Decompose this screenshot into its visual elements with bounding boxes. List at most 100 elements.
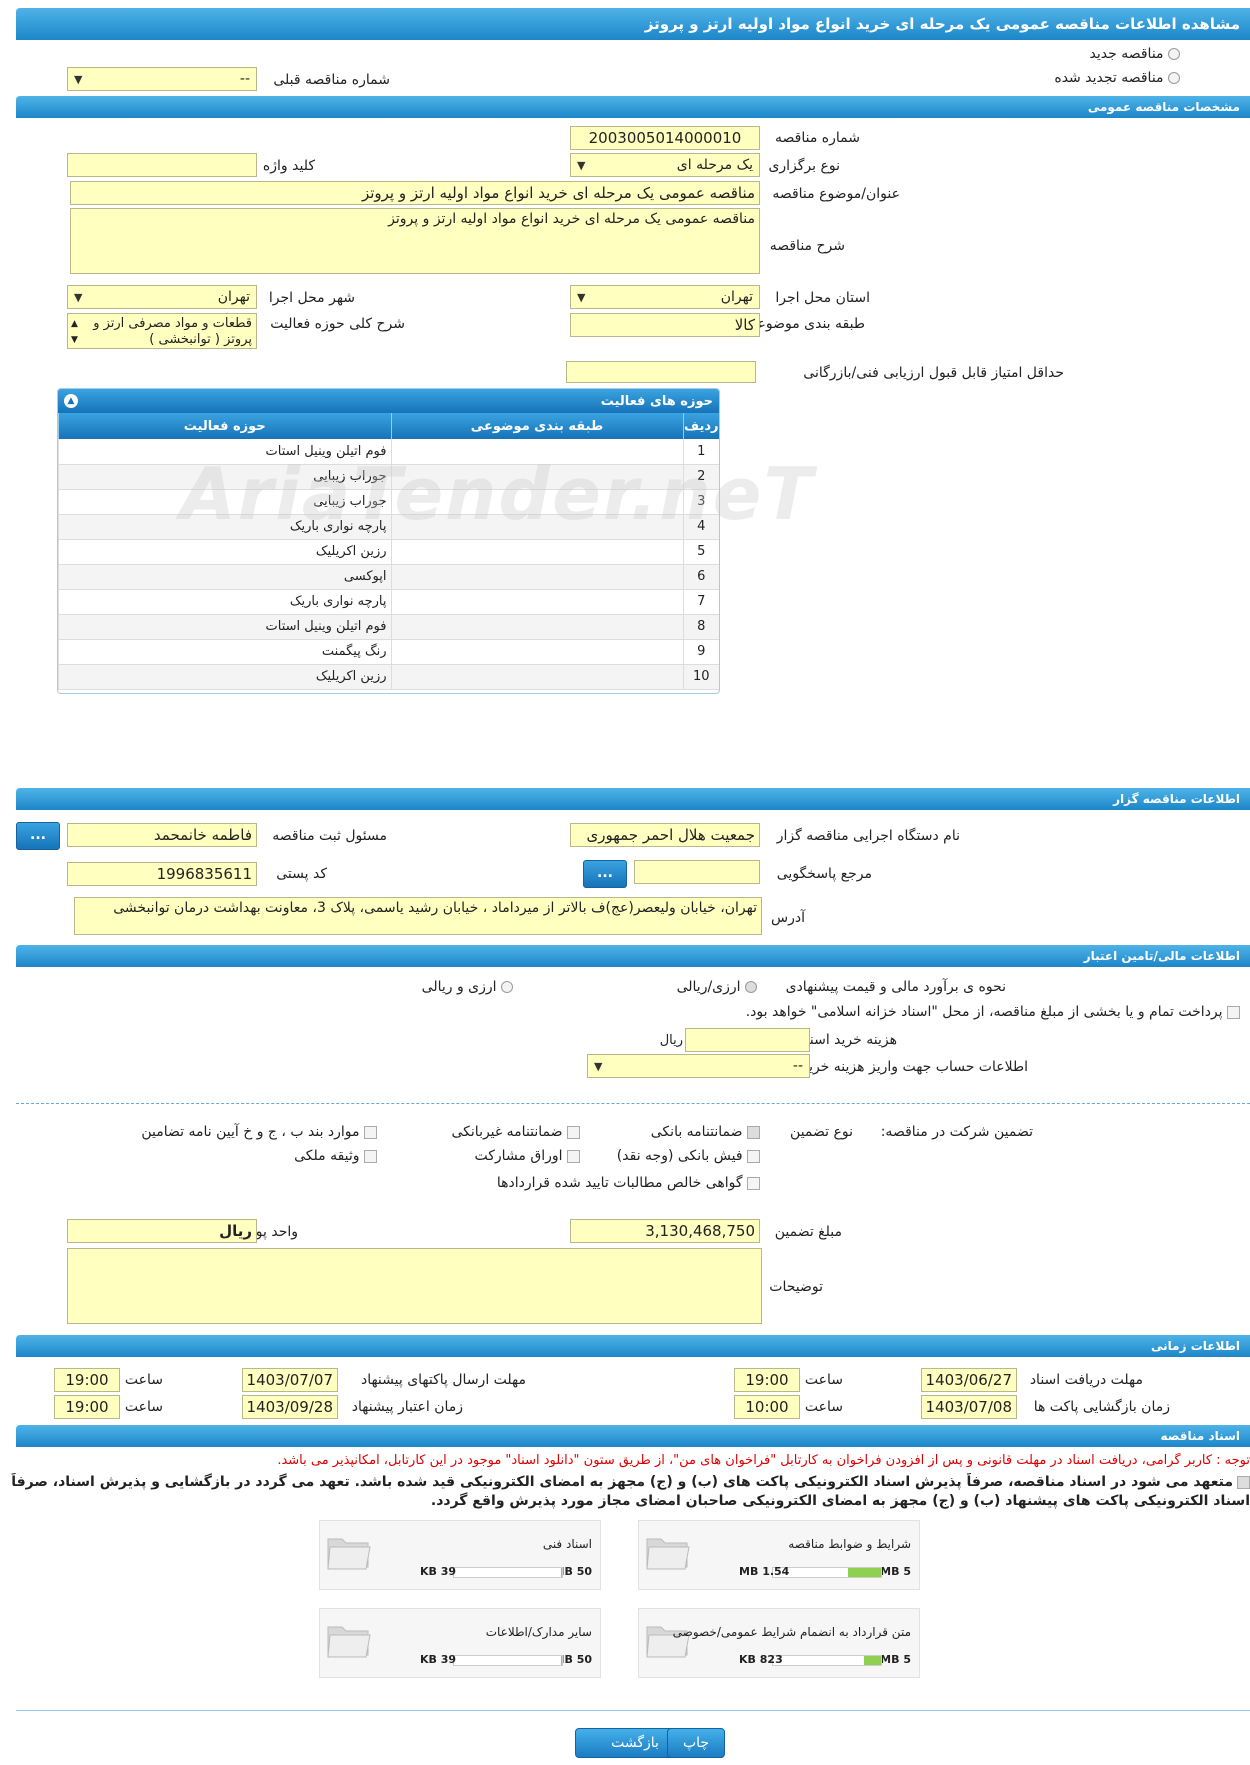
doc-file-card[interactable]: اسناد فنی 50 MB 39 KB [319,1520,601,1590]
col-category-header: طبقه بندی موضوعی [390,413,683,439]
receive-date-field[interactable]: 1403/06/27 [921,1368,1017,1392]
radio-icon[interactable] [1168,72,1180,84]
checkbox-icon[interactable] [364,1149,377,1163]
table-cell: 9 [682,639,719,665]
radio-icon[interactable] [501,981,513,993]
doc-title: سایر مدارک/اطلاعات [485,1625,592,1639]
valid-time-field[interactable]: 19:00 [54,1395,120,1419]
collapse-icon[interactable]: ▲ [64,394,78,408]
col-activity-header: حوزه فعالیت [58,413,391,439]
unit-field[interactable]: ریال [67,1219,257,1243]
activities-panel: حوزه های فعالیت ▲ ردیف طبقه بندی موضوعی … [57,388,720,694]
doc-cost-input[interactable] [685,1028,810,1052]
table-cell [390,564,683,590]
scope-field[interactable]: قطعات و مواد مصرفی ارتز و پروتز ( توانبخ… [67,313,257,349]
doc-file-card[interactable]: شرایط و ضوابط مناقصه 5 MB 1.54 MB [638,1520,920,1590]
valid-date-field[interactable]: 1403/09/28 [242,1395,338,1419]
checkbox-icon[interactable] [1227,1005,1240,1019]
receive-time-field[interactable]: 19:00 [734,1368,800,1392]
keyword-input[interactable] [67,153,257,177]
new-tender-radio[interactable]: مناقصه جدید [1090,46,1180,62]
agency-field[interactable]: جمعیت هلال احمر جمهوری [570,823,760,847]
amount-field[interactable]: 3,130,468,750 [570,1219,760,1243]
postal-field[interactable]: 1996835611 [67,862,257,886]
ref-input[interactable] [634,860,760,884]
print-button[interactable]: چاپ [667,1728,725,1758]
estimate-opt1-radio[interactable]: ارزی/ریالی [677,979,757,995]
bank-guarantee-checkbox[interactable]: ضمانتنامه بانکی [651,1124,760,1140]
doc-progress-bar [772,1655,882,1666]
opening-time-label: زمان بازگشایی پاکت ها [1033,1399,1170,1415]
type-label: نوع برگزاری [768,158,840,174]
finance-section-header: اطلاعات مالی/تامین اعتبار [16,945,1250,967]
scope-label: شرح کلی حوزه فعالیت [270,316,405,332]
registrar-select-button[interactable]: ... [16,822,60,850]
estimate-opt2-radio[interactable]: ارزی و ریالی [422,979,513,995]
footer-divider [16,1710,1250,1711]
receivables-checkbox[interactable]: گواهی خالص مطالبات تایید شده قراردادها [497,1175,760,1191]
desc-label: شرح مناقصه [769,238,845,254]
notes-field[interactable] [67,1248,762,1324]
open-date-field[interactable]: 1403/07/08 [921,1395,1017,1419]
folder-icon [327,1538,371,1570]
table-cell: اپوکسی [58,564,391,590]
account-select[interactable]: -- ▼ [587,1054,810,1078]
min-score-label: حداقل امتیاز قابل قبول ارزیابی فنی/بازرگ… [803,365,1064,381]
category-field[interactable]: کالا [570,313,760,337]
category-label: طبقه بندی موضوعی [745,316,865,332]
chevron-down-icon: ▼ [74,72,83,86]
send-time-field[interactable]: 19:00 [54,1368,120,1392]
scroll-arrows-icon[interactable]: ▲ ▼ [71,316,78,348]
property-checkbox[interactable]: وثیقه ملکی [294,1148,377,1164]
renewed-tender-radio[interactable]: مناقصه تجدید شده [1054,70,1180,86]
ref-select-button[interactable]: ... [583,860,627,888]
bonds-checkbox[interactable]: اوراق مشارکت [475,1148,580,1164]
doc-progress-bar [453,1655,563,1666]
subject-label: عنوان/موضوع مناقصه [772,186,900,202]
table-cell [390,539,683,565]
treasury-checkbox[interactable]: پرداخت تمام و یا بخشی از مبلغ مناقصه، از… [746,1004,1240,1020]
doc-cost-currency: ریال [659,1033,683,1048]
table-cell: 5 [682,539,719,565]
type-select[interactable]: یک مرحله ای ▼ [570,153,760,177]
checkbox-icon[interactable] [747,1176,760,1190]
table-row: 6 اپوکسی [58,564,719,590]
chevron-down-icon: ▼ [577,290,586,304]
checkbox-icon[interactable] [1237,1475,1250,1489]
checkbox-icon[interactable] [747,1149,760,1163]
radio-icon[interactable] [1168,48,1180,60]
city-select[interactable]: تهران ▼ [67,285,257,309]
province-select[interactable]: تهران ▼ [570,285,760,309]
clauses-checkbox[interactable]: موارد بند ب ، ج و خ آیین نامه تضامین [141,1124,377,1140]
page-title: مشاهده اطلاعات مناقصه عمومی یک مرحله ای … [644,15,1240,33]
receive-deadline-label: مهلت دریافت اسناد [1029,1372,1143,1388]
table-cell: رنگ پیگمنت [58,639,391,665]
min-score-input[interactable] [566,361,756,383]
checkbox-icon[interactable] [747,1125,760,1139]
guarantee-type-label: نوع تضمین [790,1124,853,1140]
doc-file-card[interactable]: سایر مدارک/اطلاعات 50 MB 39 KB [319,1608,601,1678]
prev-number-select[interactable]: -- ▼ [67,67,257,91]
subject-field[interactable]: مناقصه عمومی یک مرحله ای خرید انواع مواد… [70,181,760,205]
table-cell: رزین اکریلیک [58,664,391,690]
tender-number-field[interactable]: 2003005014000010 [570,126,760,150]
doc-size: 39 KB [420,1653,457,1666]
checkbox-icon[interactable] [567,1149,580,1163]
registrar-field[interactable]: فاطمه خانمحمد [67,823,257,847]
chevron-down-icon: ▼ [74,290,83,304]
send-date-field[interactable]: 1403/07/07 [242,1368,338,1392]
cash-checkbox[interactable]: فیش بانکی (وجه نقد) [617,1148,760,1164]
province-label: استان محل اجرا [775,290,870,306]
nonbank-guarantee-checkbox[interactable]: ضمانتنامه غیربانکی [452,1124,580,1140]
desc-field[interactable]: مناقصه عمومی یک مرحله ای خرید انواع مواد… [70,208,760,274]
checkbox-icon[interactable] [364,1125,377,1139]
divider [16,1103,1250,1104]
activities-header: حوزه های فعالیت ▲ [58,389,719,413]
chevron-down-icon: ▼ [577,158,586,172]
amount-label: مبلغ تضمین [774,1224,842,1240]
radio-icon[interactable] [745,981,757,993]
address-field[interactable]: تهران، خیابان ولیعصر(عج)ف بالاتر از میرد… [74,897,762,935]
checkbox-icon[interactable] [567,1125,580,1139]
open-time-field[interactable]: 10:00 [734,1395,800,1419]
doc-file-card[interactable]: متن قرارداد به انضمام شرایط عمومی/خصوصی 5… [638,1608,920,1678]
